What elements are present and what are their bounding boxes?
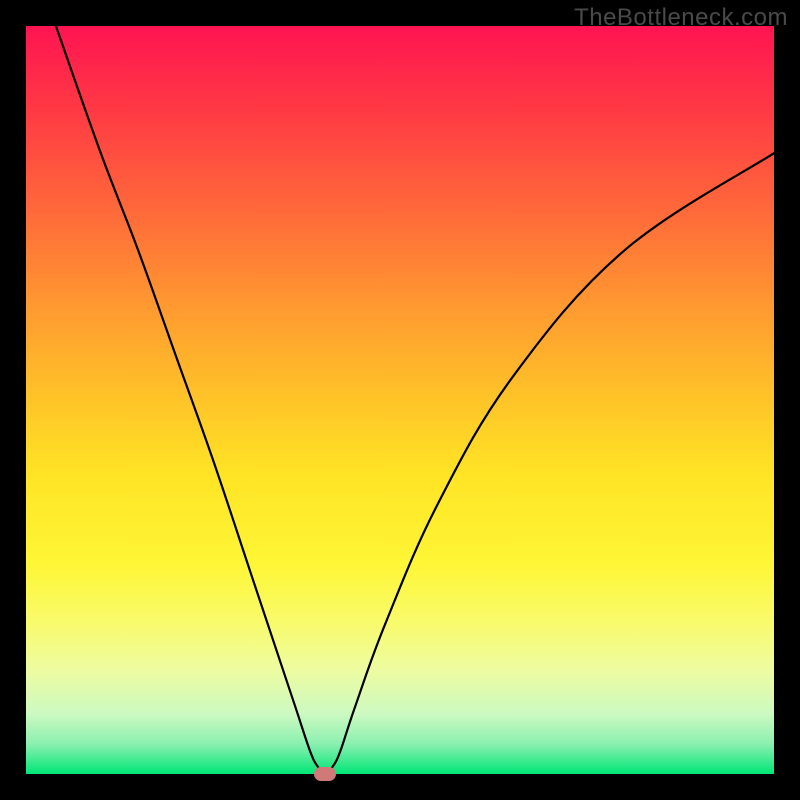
plot-area [26, 26, 774, 774]
watermark-text: TheBottleneck.com [574, 4, 788, 32]
bottleneck-curve [26, 26, 774, 774]
chart-frame: TheBottleneck.com [0, 0, 800, 800]
optimum-marker [314, 767, 336, 781]
